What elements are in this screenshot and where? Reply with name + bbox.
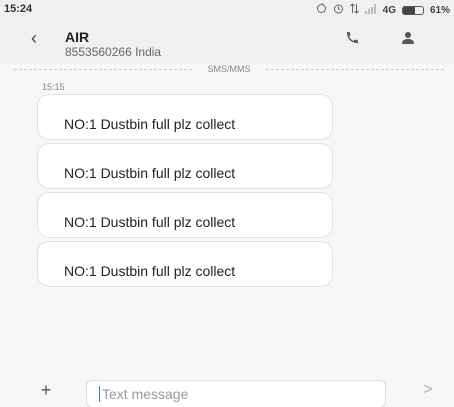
text-cursor xyxy=(99,386,100,402)
contact-number: 8553560266 India xyxy=(65,45,162,59)
conversation-header: ‹ AIR 8553560266 India xyxy=(0,20,454,64)
contact-profile-button[interactable] xyxy=(400,30,420,48)
chevron-left-icon: ‹ xyxy=(31,28,37,48)
message-text: NO:1 Dustbin full plz collect xyxy=(64,263,236,279)
protocol-divider: SMS/MMS xyxy=(14,64,444,76)
person-icon xyxy=(402,32,414,44)
send-button[interactable]: > xyxy=(420,380,436,400)
call-button[interactable] xyxy=(344,30,364,48)
sync-icon xyxy=(316,3,327,17)
message-bubble[interactable]: NO:1 Dustbin full plz collect xyxy=(37,94,333,140)
message-bubble[interactable]: NO:1 Dustbin full plz collect xyxy=(37,192,333,238)
composer-bar: + Text message > xyxy=(0,374,454,407)
message-input[interactable]: Text message xyxy=(86,380,386,407)
message-text: NO:1 Dustbin full plz collect xyxy=(64,116,236,132)
plus-icon: + xyxy=(40,380,52,400)
battery-percent: 61% xyxy=(429,4,450,16)
divider-line xyxy=(266,69,444,71)
message-time: 15:15 xyxy=(42,82,65,92)
send-icon: > xyxy=(423,381,433,398)
status-icons: 4G 61% xyxy=(316,3,450,17)
phone-icon xyxy=(347,32,358,43)
status-bar: 15:24 4G 61% xyxy=(0,0,454,20)
message-bubble[interactable]: NO:1 Dustbin full plz collect xyxy=(37,241,333,287)
sms-thread-screen: 15:24 4G 61% ‹ AIR 8553560266 India SMS/… xyxy=(0,0,454,407)
network-label: 4G xyxy=(382,4,396,16)
battery-icon xyxy=(401,5,424,15)
message-input-placeholder: Text message xyxy=(102,386,189,402)
message-text: NO:1 Dustbin full plz collect xyxy=(64,165,236,181)
contact-name: AIR xyxy=(65,29,90,45)
data-transfer-icon xyxy=(349,3,359,17)
message-bubble[interactable]: NO:1 Dustbin full plz collect xyxy=(37,143,333,189)
signal-icon xyxy=(364,3,377,17)
divider-label: SMS/MMS xyxy=(207,64,251,74)
divider-line xyxy=(14,69,192,71)
alarm-icon xyxy=(333,3,344,17)
add-attachment-button[interactable]: + xyxy=(36,380,56,400)
status-time: 15:24 xyxy=(4,3,33,15)
message-text: NO:1 Dustbin full plz collect xyxy=(64,214,236,230)
back-button[interactable]: ‹ xyxy=(24,28,44,48)
